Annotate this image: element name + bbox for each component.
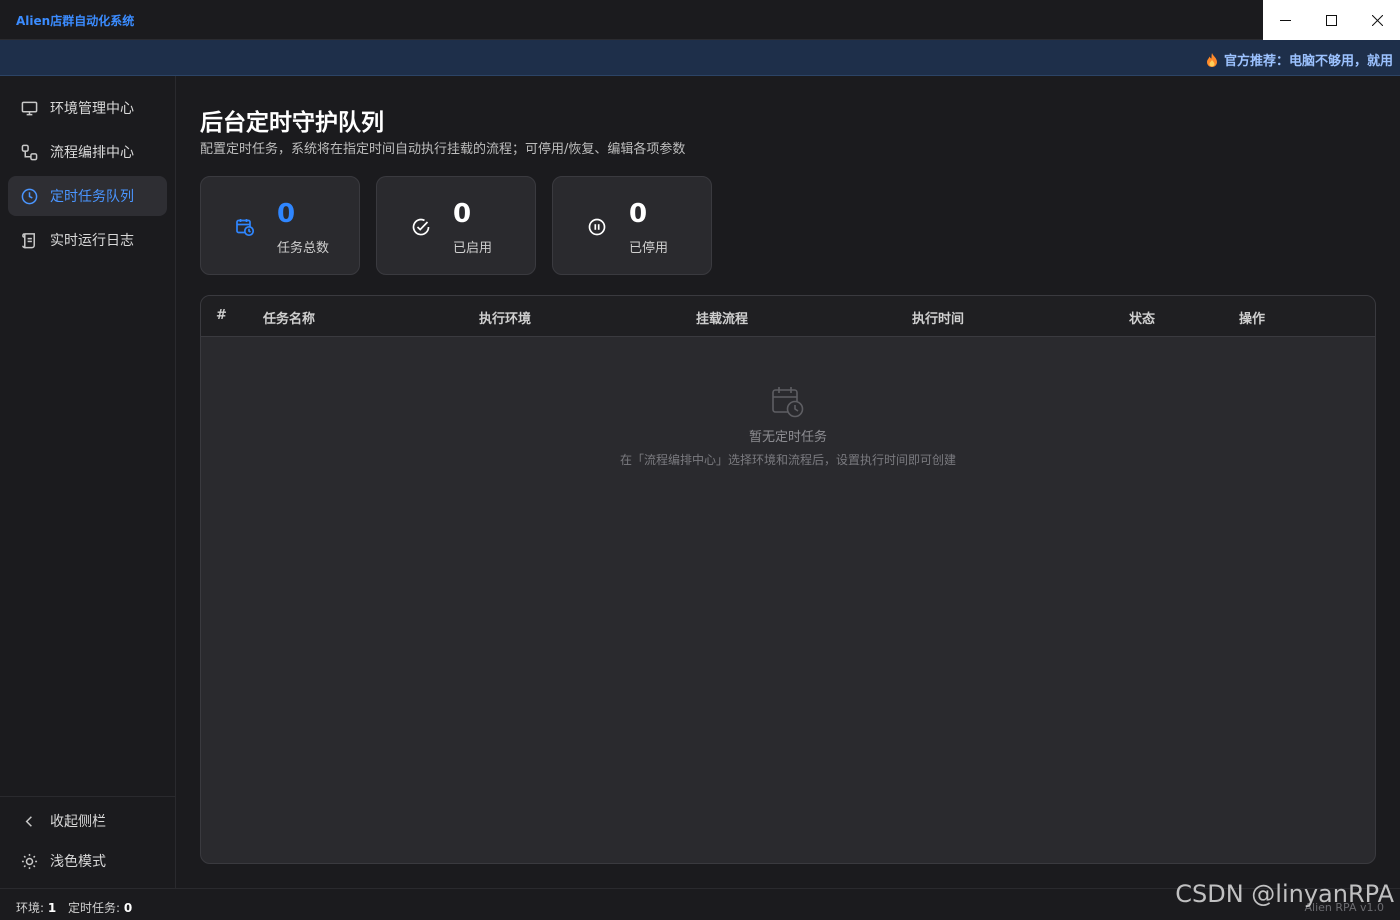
theme-toggle-button[interactable]: 浅色模式 bbox=[8, 843, 168, 879]
stat-card-enabled: 0 已启用 bbox=[376, 176, 536, 275]
column-header-status[interactable]: 状态 bbox=[1129, 308, 1155, 327]
page-subtitle: 配置定时任务，系统将在指定时间自动执行挂载的流程；可停用/恢复、编辑各项参数 bbox=[200, 142, 686, 157]
page-title: 后台定时守护队列 bbox=[200, 110, 384, 136]
collapse-sidebar-label: 收起侧栏 bbox=[50, 814, 106, 830]
status-tasks: 定时任务: 0 bbox=[68, 899, 132, 916]
theme-toggle-label: 浅色模式 bbox=[50, 854, 106, 870]
minimize-button[interactable] bbox=[1263, 0, 1309, 40]
empty-state-description: 在「流程编排中心」选择环境和流程后，设置执行时间即可创建 bbox=[619, 453, 956, 467]
column-header-exec-time[interactable]: 执行时间 bbox=[912, 308, 964, 327]
pause-circle-icon bbox=[587, 217, 607, 237]
sun-icon bbox=[20, 852, 38, 870]
status-tasks-value: 0 bbox=[123, 901, 133, 915]
stat-card-total: 0 任务总数 bbox=[200, 176, 360, 275]
app-title: Alien店群自动化系统 bbox=[16, 14, 135, 28]
promo-marquee[interactable]: 官方推荐：电脑不够用，就用 bbox=[1206, 50, 1393, 69]
column-header-actions: 操作 bbox=[1239, 312, 1266, 327]
column-header-workflow[interactable]: 挂载流程 bbox=[696, 308, 748, 327]
chevron-left-icon bbox=[20, 812, 38, 830]
close-button[interactable] bbox=[1354, 0, 1400, 40]
sidebar-nav: 环境管理中心 流程编排中心 定时任务队列 实时运行日志 bbox=[0, 76, 175, 260]
status-env-label: 环境: bbox=[16, 901, 45, 915]
table-header: # 任务名称 执行环境 挂载流程 执行时间 状态 操作 bbox=[201, 296, 1375, 337]
clock-icon bbox=[20, 187, 38, 205]
maximize-icon bbox=[1326, 14, 1337, 26]
task-table: # 任务名称 执行环境 挂载流程 执行时间 状态 操作 暂无定时任务 在「流程编… bbox=[200, 295, 1376, 864]
column-header-environment[interactable]: 执行环境 bbox=[479, 308, 531, 327]
workflow-icon bbox=[20, 143, 38, 161]
promo-text: 官方推荐：电脑不够用，就用 bbox=[1224, 54, 1394, 69]
log-scroll-icon bbox=[20, 231, 38, 249]
collapse-sidebar-button[interactable]: 收起侧栏 bbox=[8, 803, 168, 839]
stat-card-disabled: 0 已停用 bbox=[552, 176, 712, 275]
monitor-icon bbox=[20, 99, 38, 117]
stat-disabled-value: 0 bbox=[629, 199, 648, 229]
sidebar-item-label: 实时运行日志 bbox=[50, 233, 134, 249]
title-bar: Alien店群自动化系统 bbox=[0, 0, 1400, 40]
status-env-value: 1 bbox=[47, 901, 57, 915]
column-header-task-name[interactable]: 任务名称 bbox=[263, 308, 315, 327]
sidebar-footer: 收起侧栏 浅色模式 bbox=[0, 796, 176, 888]
promo-banner: 官方推荐：电脑不够用，就用 bbox=[0, 40, 1400, 76]
sidebar-item-environment[interactable]: 环境管理中心 bbox=[8, 88, 167, 128]
empty-state: 暂无定时任务 在「流程编排中心」选择环境和流程后，设置执行时间即可创建 bbox=[201, 384, 1375, 468]
close-icon bbox=[1371, 14, 1383, 26]
sidebar-item-label: 环境管理中心 bbox=[50, 101, 134, 117]
calendar-clock-icon bbox=[235, 217, 255, 237]
flame-icon bbox=[1207, 52, 1217, 67]
sidebar-item-schedule[interactable]: 定时任务队列 bbox=[8, 176, 167, 216]
sidebar: 环境管理中心 流程编排中心 定时任务队列 实时运行日志 收起侧栏 浅色模式 bbox=[0, 76, 176, 888]
sidebar-item-workflow[interactable]: 流程编排中心 bbox=[8, 132, 167, 172]
watermark: CSDN @linyanRPA bbox=[1175, 880, 1394, 908]
empty-state-title: 暂无定时任务 bbox=[748, 430, 827, 445]
sidebar-item-label: 流程编排中心 bbox=[50, 145, 134, 161]
window-controls bbox=[1263, 0, 1400, 40]
stat-total-label: 任务总数 bbox=[277, 241, 330, 256]
minimize-icon bbox=[1280, 19, 1292, 21]
stat-enabled-value: 0 bbox=[453, 199, 472, 229]
stats-row: 0 任务总数 0 已启用 0 已停用 bbox=[200, 176, 712, 275]
stat-disabled-label: 已停用 bbox=[629, 241, 669, 256]
status-env: 环境: 1 bbox=[16, 899, 56, 916]
sidebar-item-logs[interactable]: 实时运行日志 bbox=[8, 220, 167, 260]
status-tasks-label: 定时任务: bbox=[68, 901, 121, 915]
main-content: 后台定时守护队列 配置定时任务，系统将在指定时间自动执行挂载的流程；可停用/恢复… bbox=[177, 76, 1400, 888]
calendar-clock-icon bbox=[770, 384, 806, 420]
sidebar-item-label: 定时任务队列 bbox=[50, 189, 134, 205]
column-header-index: # bbox=[216, 308, 227, 323]
stat-enabled-label: 已启用 bbox=[453, 241, 493, 256]
maximize-button[interactable] bbox=[1309, 0, 1355, 40]
check-circle-icon bbox=[411, 217, 431, 237]
stat-total-value: 0 bbox=[277, 199, 296, 229]
